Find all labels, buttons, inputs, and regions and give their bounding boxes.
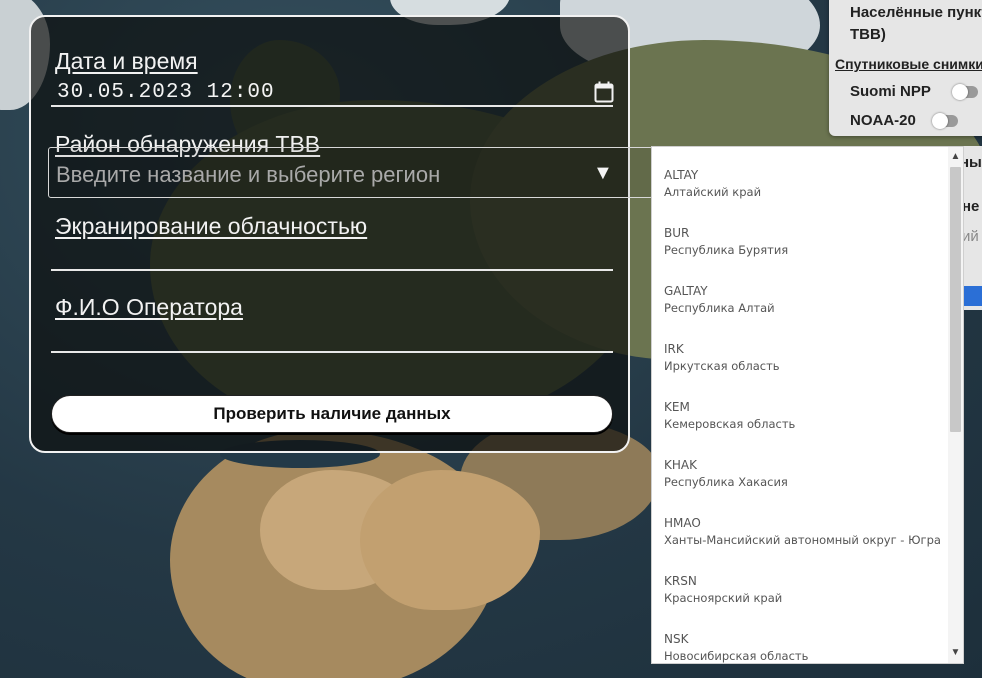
region-option-name: Республика Хакасия [664,475,788,489]
operator-input[interactable] [51,351,613,353]
region-option[interactable]: GALTAY Республика Алтай [652,271,948,329]
sat-suomi-toggle[interactable] [952,84,978,100]
scroll-down-icon[interactable]: ▼ [948,645,963,661]
region-option-name: Республика Алтай [664,301,775,315]
region-option[interactable]: NSK Новосибирская область [652,619,948,663]
search-form-panel: Дата и время 30.05.2023 12:00 Район обна… [29,15,630,453]
datetime-input[interactable]: 30.05.2023 12:00 [57,81,275,104]
region-option-code: KHAK [664,458,697,472]
region-option[interactable]: HMAO Ханты-Мансийский автономный округ - … [652,503,948,561]
region-select[interactable]: Введите название и выберите регион ▼ [48,147,653,198]
calendar-icon[interactable] [594,81,614,103]
sat-suomi-label: Suomi NPP [850,83,931,100]
sat-noaa-label: NOAA-20 [850,112,916,129]
region-options: ALTAY Алтайский край BUR Республика Бурятия… [652,155,948,663]
operator-label: Ф.И.О Оператора [55,294,243,320]
region-option-name: Кемеровская область [664,417,796,431]
region-option-name: Ханты-Мансийский автономный округ - Югра [664,533,941,547]
cloud-screening-label: Экранирование облачностью [55,213,368,239]
region-option-name: Иркутская область [664,359,780,373]
region-option-name: Новосибирская область [664,649,809,663]
settlements-layer-label-cont: ТВВ) [850,26,886,43]
scroll-up-icon[interactable]: ▲ [948,149,963,165]
region-placeholder: Введите название и выберите регион [56,162,441,187]
region-option-code: BUR [664,226,690,240]
dropdown-scrollbar[interactable]: ▲ ▼ [948,147,963,663]
region-option[interactable]: KHAK Республика Хакасия [652,445,948,503]
region-option[interactable]: IRK Иркутская область [652,329,948,387]
dropdown-arrow-icon[interactable]: ▼ [593,162,613,185]
region-option-name: Красноярский край [664,591,783,605]
region-option[interactable]: BUR Республика Бурятия [652,213,948,271]
region-option-code: IRK [664,342,684,356]
region-option-code: KEM [664,400,690,414]
scroll-thumb[interactable] [950,167,961,432]
datetime-label: Дата и время [55,48,198,74]
region-option[interactable]: KEM Кемеровская область [652,387,948,445]
region-option[interactable]: KRSN Красноярский край [652,561,948,619]
region-option-code: GALTAY [664,284,708,298]
region-option-code: KRSN [664,574,697,588]
region-option-name: Республика Бурятия [664,243,789,257]
cloud-screening-input[interactable] [51,269,613,271]
region-option-code: ALTAY [664,168,699,182]
settlements-layer-label[interactable]: Населённые пункты [850,4,982,21]
region-option-name: Алтайский край [664,185,762,199]
region-option-code: HMAO [664,516,701,530]
region-option-code: NSK [664,632,689,646]
side-fragment-2: не [962,198,980,215]
check-data-button[interactable]: Проверить наличие данных [51,395,613,433]
datetime-underline [51,105,613,107]
satellite-section-title: Спутниковые снимки [835,56,982,72]
side-fragment-3: ий [962,228,979,245]
region-dropdown-list[interactable]: ALTAY Алтайский край BUR Республика Бурятия… [651,146,964,664]
sat-noaa-toggle[interactable] [932,113,958,129]
region-option[interactable]: ALTAY Алтайский край [652,155,948,213]
layers-panel: Населённые пункты ТВВ) Спутниковые снимк… [829,0,982,136]
